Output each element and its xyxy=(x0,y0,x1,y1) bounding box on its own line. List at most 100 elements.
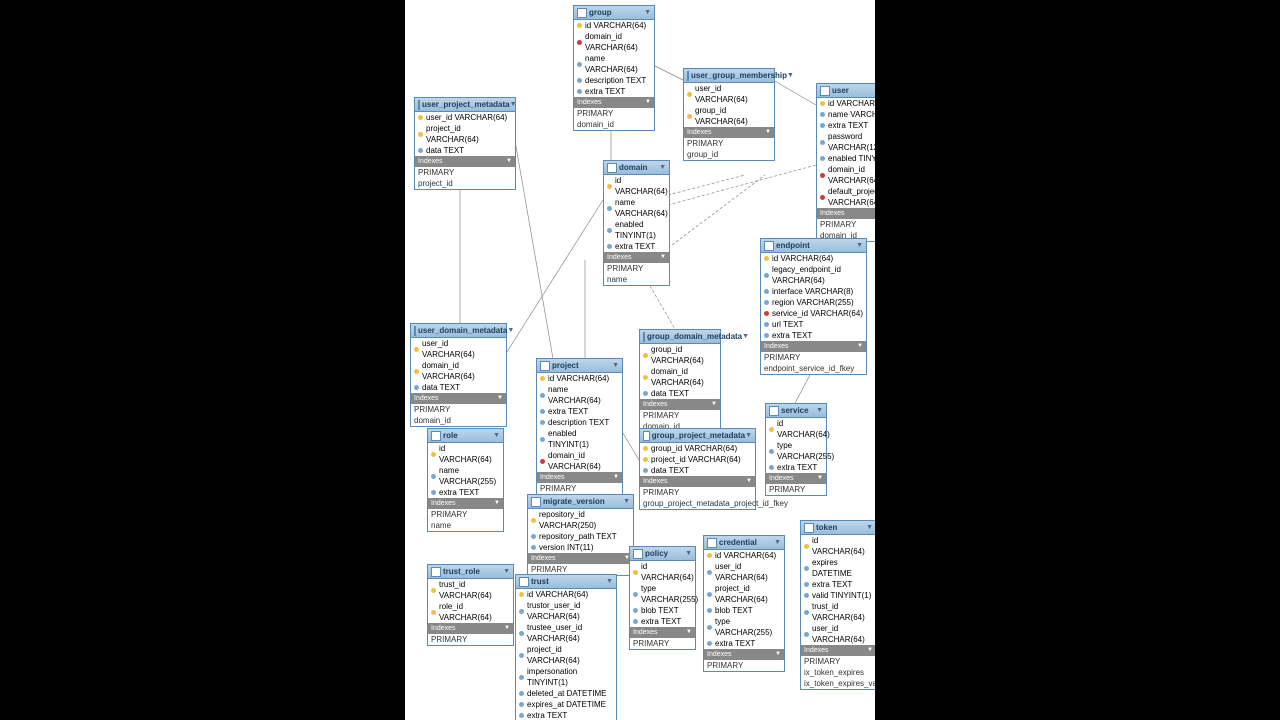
indexes-header[interactable]: Indexes▼ xyxy=(640,399,720,410)
table-trust[interactable]: trust▼id VARCHAR(64)trustor_user_id VARC… xyxy=(515,574,617,720)
collapse-icon[interactable]: ▼ xyxy=(775,649,781,660)
table-icon xyxy=(643,431,650,441)
collapse-icon[interactable]: ▼ xyxy=(497,393,503,404)
collapse-icon[interactable]: ▼ xyxy=(746,476,752,487)
col-type-icon xyxy=(633,592,638,597)
table-header[interactable]: group_project_metadata▼ xyxy=(640,429,755,443)
collapse-icon[interactable]: ▼ xyxy=(711,399,717,410)
collapse-icon[interactable]: ▼ xyxy=(503,566,510,577)
table-header[interactable]: domain▼ xyxy=(604,161,669,175)
indexes-header[interactable]: Indexes▼ xyxy=(415,156,515,167)
table-migrate_version[interactable]: migrate_version▼repository_id VARCHAR(25… xyxy=(527,494,634,576)
collapse-icon[interactable]: ▼ xyxy=(612,360,619,371)
collapse-icon[interactable]: ▼ xyxy=(507,325,514,336)
column-def: id VARCHAR(64) xyxy=(527,589,588,600)
column: enabled TINYINT(1) xyxy=(817,153,875,164)
indexes-header[interactable]: Indexes▼ xyxy=(684,127,774,138)
column: name VARCHAR(255) xyxy=(817,109,875,120)
collapse-icon[interactable]: ▼ xyxy=(774,537,781,548)
indexes-header[interactable]: Indexes▼ xyxy=(630,627,695,638)
indexes-header[interactable]: Indexes▼ xyxy=(801,645,875,656)
table-role[interactable]: role▼id VARCHAR(64)name VARCHAR(255)extr… xyxy=(427,428,504,532)
table-header[interactable]: user_group_membership▼ xyxy=(684,69,774,83)
indexes-header[interactable]: Indexes▼ xyxy=(817,208,875,219)
collapse-icon[interactable]: ▼ xyxy=(742,331,749,342)
table-service[interactable]: service▼id VARCHAR(64)type VARCHAR(255)e… xyxy=(765,403,827,496)
table-domain[interactable]: domain▼id VARCHAR(64)name VARCHAR(64)ena… xyxy=(603,160,670,286)
column-def: interface VARCHAR(8) xyxy=(772,286,853,297)
index-entry: PRIMARY xyxy=(428,509,503,520)
indexes-header[interactable]: Indexes▼ xyxy=(428,498,503,509)
table-user_domain_metadata[interactable]: user_domain_metadata▼user_id VARCHAR(64)… xyxy=(410,323,507,427)
table-header[interactable]: credential▼ xyxy=(704,536,784,550)
collapse-icon[interactable]: ▼ xyxy=(613,472,619,483)
collapse-icon[interactable]: ▼ xyxy=(506,156,512,167)
table-project[interactable]: project▼id VARCHAR(64)name VARCHAR(64)ex… xyxy=(536,358,623,506)
indexes-header[interactable]: Indexes▼ xyxy=(428,623,513,634)
indexes-header[interactable]: Indexes▼ xyxy=(761,341,866,352)
table-user_project_metadata[interactable]: user_project_metadata▼user_id VARCHAR(64… xyxy=(414,97,516,190)
collapse-icon[interactable]: ▼ xyxy=(856,240,863,251)
table-header[interactable]: migrate_version▼ xyxy=(528,495,633,509)
collapse-icon[interactable]: ▼ xyxy=(660,252,666,263)
table-header[interactable]: project▼ xyxy=(537,359,622,373)
col-type-icon xyxy=(577,40,582,45)
table-header[interactable]: trust▼ xyxy=(516,575,616,589)
collapse-icon[interactable]: ▼ xyxy=(644,7,651,18)
indexes-header[interactable]: Indexes▼ xyxy=(528,553,633,564)
table-endpoint[interactable]: endpoint▼id VARCHAR(64)legacy_endpoint_i… xyxy=(760,238,867,375)
indexes-header[interactable]: Indexes▼ xyxy=(604,252,669,263)
table-group_domain_metadata[interactable]: group_domain_metadata▼group_id VARCHAR(6… xyxy=(639,329,721,433)
table-user_group_membership[interactable]: user_group_membership▼user_id VARCHAR(64… xyxy=(683,68,775,161)
collapse-icon[interactable]: ▼ xyxy=(606,576,613,587)
collapse-icon[interactable]: ▼ xyxy=(685,548,692,559)
table-header[interactable]: token▼ xyxy=(801,521,875,535)
collapse-icon[interactable]: ▼ xyxy=(866,522,873,533)
collapse-icon[interactable]: ▼ xyxy=(494,498,500,509)
col-type-icon xyxy=(633,619,638,624)
collapse-icon[interactable]: ▼ xyxy=(504,623,510,634)
indexes-header[interactable]: Indexes▼ xyxy=(766,473,826,484)
column-def: id VARCHAR(64) xyxy=(439,443,500,465)
indexes-header[interactable]: Indexes▼ xyxy=(704,649,784,660)
indexes-header[interactable]: Indexes ▼ xyxy=(411,393,506,404)
collapse-icon[interactable]: ▼ xyxy=(645,97,651,108)
table-header[interactable]: role▼ xyxy=(428,429,503,443)
table-header[interactable]: user_domain_metadata▼ xyxy=(411,324,506,338)
table-policy[interactable]: policy▼id VARCHAR(64)type VARCHAR(255)bl… xyxy=(629,546,696,650)
table-header[interactable]: group▼ xyxy=(574,6,654,20)
table-header[interactable]: trust_role▼ xyxy=(428,565,513,579)
table-group_project_metadata[interactable]: group_project_metadata▼group_id VARCHAR(… xyxy=(639,428,756,510)
table-header[interactable]: service▼ xyxy=(766,404,826,418)
table-token[interactable]: token▼id VARCHAR(64)expires DATETIMEextr… xyxy=(800,520,875,690)
collapse-icon[interactable]: ▼ xyxy=(493,430,500,441)
collapse-icon[interactable]: ▼ xyxy=(817,473,823,484)
collapse-icon[interactable]: ▼ xyxy=(787,70,794,81)
table-user[interactable]: user▼id VARCHAR(64)name VARCHAR(255)extr… xyxy=(816,83,875,242)
table-header[interactable]: group_domain_metadata▼ xyxy=(640,330,720,344)
table-header[interactable]: user▼ xyxy=(817,84,875,98)
indexes-header[interactable]: Indexes▼ xyxy=(640,476,755,487)
collapse-icon[interactable]: ▼ xyxy=(659,162,666,173)
collapse-icon[interactable]: ▼ xyxy=(857,341,863,352)
collapse-icon[interactable]: ▼ xyxy=(745,430,752,441)
indexes-header[interactable]: Indexes▼ xyxy=(537,472,622,483)
collapse-icon[interactable]: ▼ xyxy=(686,627,692,638)
collapse-icon[interactable]: ▼ xyxy=(510,99,517,110)
table-group[interactable]: group▼id VARCHAR(64)domain_id VARCHAR(64… xyxy=(573,5,655,131)
table-credential[interactable]: credential▼id VARCHAR(64)user_id VARCHAR… xyxy=(703,535,785,672)
table-trust_role[interactable]: trust_role▼trust_id VARCHAR(64)role_id V… xyxy=(427,564,514,646)
collapse-icon[interactable]: ▼ xyxy=(867,645,873,656)
table-header[interactable]: endpoint▼ xyxy=(761,239,866,253)
indexes-header[interactable]: Indexes▼ xyxy=(574,97,654,108)
table-header[interactable]: user_project_metadata▼ xyxy=(415,98,515,112)
col-type-icon xyxy=(804,610,809,615)
column: user_id VARCHAR(64) xyxy=(801,623,875,645)
col-type-icon xyxy=(764,333,769,338)
collapse-icon[interactable]: ▼ xyxy=(623,496,630,507)
collapse-icon[interactable]: ▼ xyxy=(765,127,771,138)
indexes-label: Indexes xyxy=(414,393,439,404)
column: role_id VARCHAR(64) xyxy=(428,601,513,623)
table-header[interactable]: policy▼ xyxy=(630,547,695,561)
collapse-icon[interactable]: ▼ xyxy=(816,405,823,416)
